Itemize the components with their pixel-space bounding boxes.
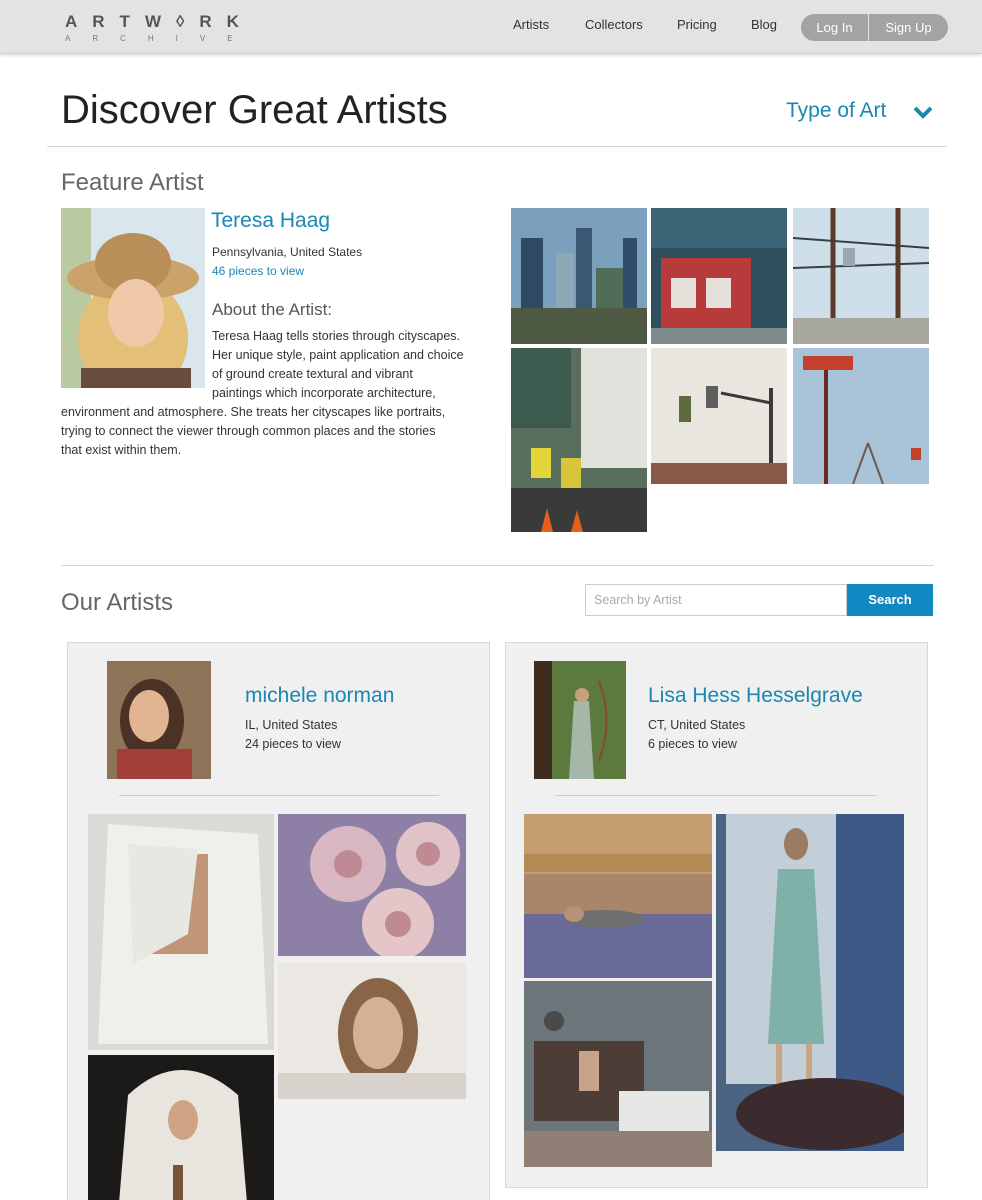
- top-navigation-bar: ARTW◊RK ARCHIVE Artists Collectors Prici…: [0, 0, 982, 54]
- page-title: Discover Great Artists: [61, 88, 448, 132]
- nav-artists-link[interactable]: Artists: [513, 17, 549, 32]
- artist-avatar[interactable]: [534, 661, 626, 779]
- feature-artist-photo[interactable]: [61, 208, 205, 388]
- artwork-thumbnail[interactable]: [88, 814, 274, 1050]
- artist-name-link[interactable]: Lisa Hess Hesselgrave: [648, 684, 863, 708]
- feature-artist-pieces-link[interactable]: 46 pieces to view: [212, 264, 304, 278]
- artwork-archive-logo[interactable]: ARTW◊RK ARCHIVE: [65, 12, 255, 43]
- artwork-thumbnail[interactable]: [511, 348, 647, 532]
- search-button[interactable]: Search: [847, 584, 933, 616]
- artist-avatar[interactable]: [107, 661, 211, 779]
- feature-artist-heading: Feature Artist: [61, 169, 204, 196]
- artwork-thumbnail[interactable]: [88, 1055, 274, 1200]
- artwork-thumbnail[interactable]: [651, 208, 787, 344]
- chevron-down-icon[interactable]: [912, 104, 934, 120]
- feature-artist-location: Pennsylvania, United States: [212, 245, 363, 259]
- bio-line: that exist within them.: [61, 443, 182, 457]
- bio-line: trying to connect the viewer through com…: [61, 424, 436, 438]
- our-artists-heading: Our Artists: [61, 589, 174, 616]
- bio-line: Teresa Haag tells stories through citysc…: [212, 329, 461, 343]
- logo-wordmark: ARTW◊RK: [65, 12, 254, 31]
- divider: [61, 565, 934, 566]
- bio-line: of ground create textural and vibrant: [212, 367, 413, 381]
- artwork-thumbnail[interactable]: [511, 208, 647, 344]
- artwork-thumbnail[interactable]: [278, 963, 466, 1099]
- bio-line: paintings which incorporate architecture…: [212, 386, 436, 400]
- nav-collectors-link[interactable]: Collectors: [585, 17, 643, 32]
- bio-line: environment and atmosphere. She treats h…: [61, 405, 446, 419]
- log-in-button[interactable]: Log In: [801, 14, 868, 41]
- artist-pieces: 6 pieces to view: [648, 737, 737, 751]
- divider: [555, 795, 877, 796]
- feature-artist-name-link[interactable]: Teresa Haag: [211, 209, 330, 233]
- divider: [119, 795, 439, 796]
- artwork-thumbnail[interactable]: [278, 814, 466, 956]
- artist-card: michele norman IL, United States 24 piec…: [67, 642, 490, 1200]
- artwork-thumbnail[interactable]: [793, 208, 929, 344]
- search-by-artist-input[interactable]: [585, 584, 847, 616]
- artwork-thumbnail[interactable]: [524, 814, 712, 978]
- artwork-thumbnail[interactable]: [716, 814, 904, 1151]
- artwork-thumbnail[interactable]: [524, 981, 712, 1167]
- artist-name-link[interactable]: michele norman: [245, 684, 394, 708]
- logo-subtitle: ARCHIVE: [65, 34, 255, 43]
- bio-line: Her unique style, paint application and …: [212, 348, 464, 362]
- about-the-artist-heading: About the Artist:: [212, 300, 333, 319]
- nav-pricing-link[interactable]: Pricing: [677, 17, 717, 32]
- sign-up-button[interactable]: Sign Up: [869, 14, 948, 41]
- artist-pieces: 24 pieces to view: [245, 737, 341, 751]
- artist-location: IL, United States: [245, 718, 338, 732]
- nav-blog-link[interactable]: Blog: [751, 17, 777, 32]
- artist-location: CT, United States: [648, 718, 746, 732]
- artwork-thumbnail[interactable]: [793, 348, 929, 484]
- artist-card: Lisa Hess Hesselgrave CT, United States …: [505, 642, 928, 1188]
- artwork-thumbnail[interactable]: [651, 348, 787, 484]
- divider: [47, 146, 947, 147]
- type-of-art-dropdown[interactable]: Type of Art: [786, 99, 886, 123]
